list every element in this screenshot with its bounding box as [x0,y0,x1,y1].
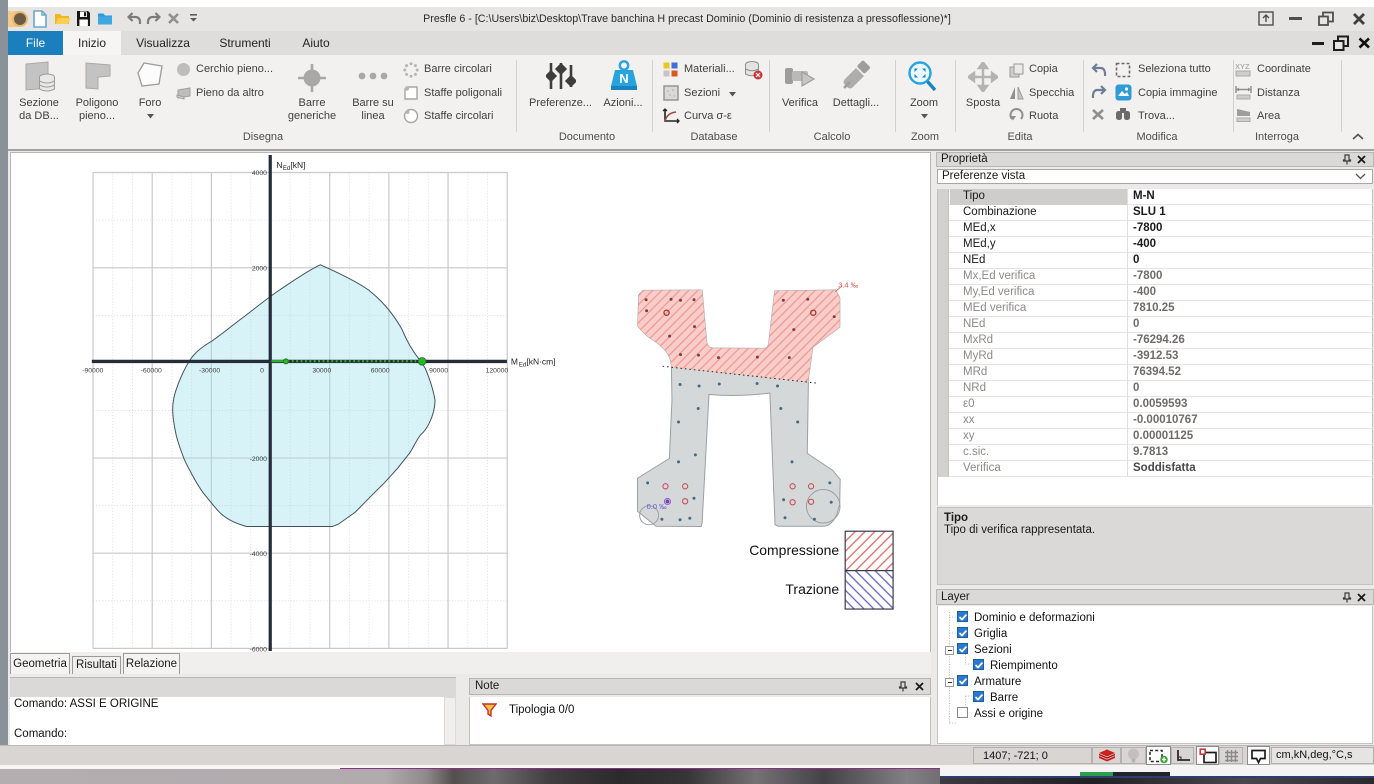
svg-text:N: N [276,160,282,170]
svg-text:30000: 30000 [312,368,331,375]
svg-text:XYZ: XYZ [1235,62,1250,71]
svg-text:120000: 120000 [486,368,509,375]
svg-text:Ed: Ed [283,166,290,172]
svg-text:N: N [619,71,628,86]
svg-text:[kN]: [kN] [290,160,305,170]
svg-text:-60000: -60000 [141,368,162,375]
svg-text:Compressione: Compressione [749,542,839,558]
svg-text:-90000: -90000 [82,368,103,375]
svg-text:0.0 ‰: 0.0 ‰ [647,502,667,511]
svg-text:Ed: Ed [519,363,526,369]
svg-text:-2000: -2000 [250,456,268,463]
svg-text:[kN·cm]: [kN·cm] [526,357,555,367]
svg-text:60000: 60000 [371,368,390,375]
svg-text:Trazione: Trazione [785,581,839,597]
svg-text:2000: 2000 [252,265,267,272]
svg-text:M: M [511,357,518,367]
svg-text:4000: 4000 [252,170,267,177]
svg-text:-4000: -4000 [250,551,268,558]
svg-text:3.4 ‰: 3.4 ‰ [838,281,858,290]
svg-text:90000: 90000 [429,368,448,375]
svg-text:-30000: -30000 [199,368,220,375]
svg-text:0: 0 [260,368,264,375]
